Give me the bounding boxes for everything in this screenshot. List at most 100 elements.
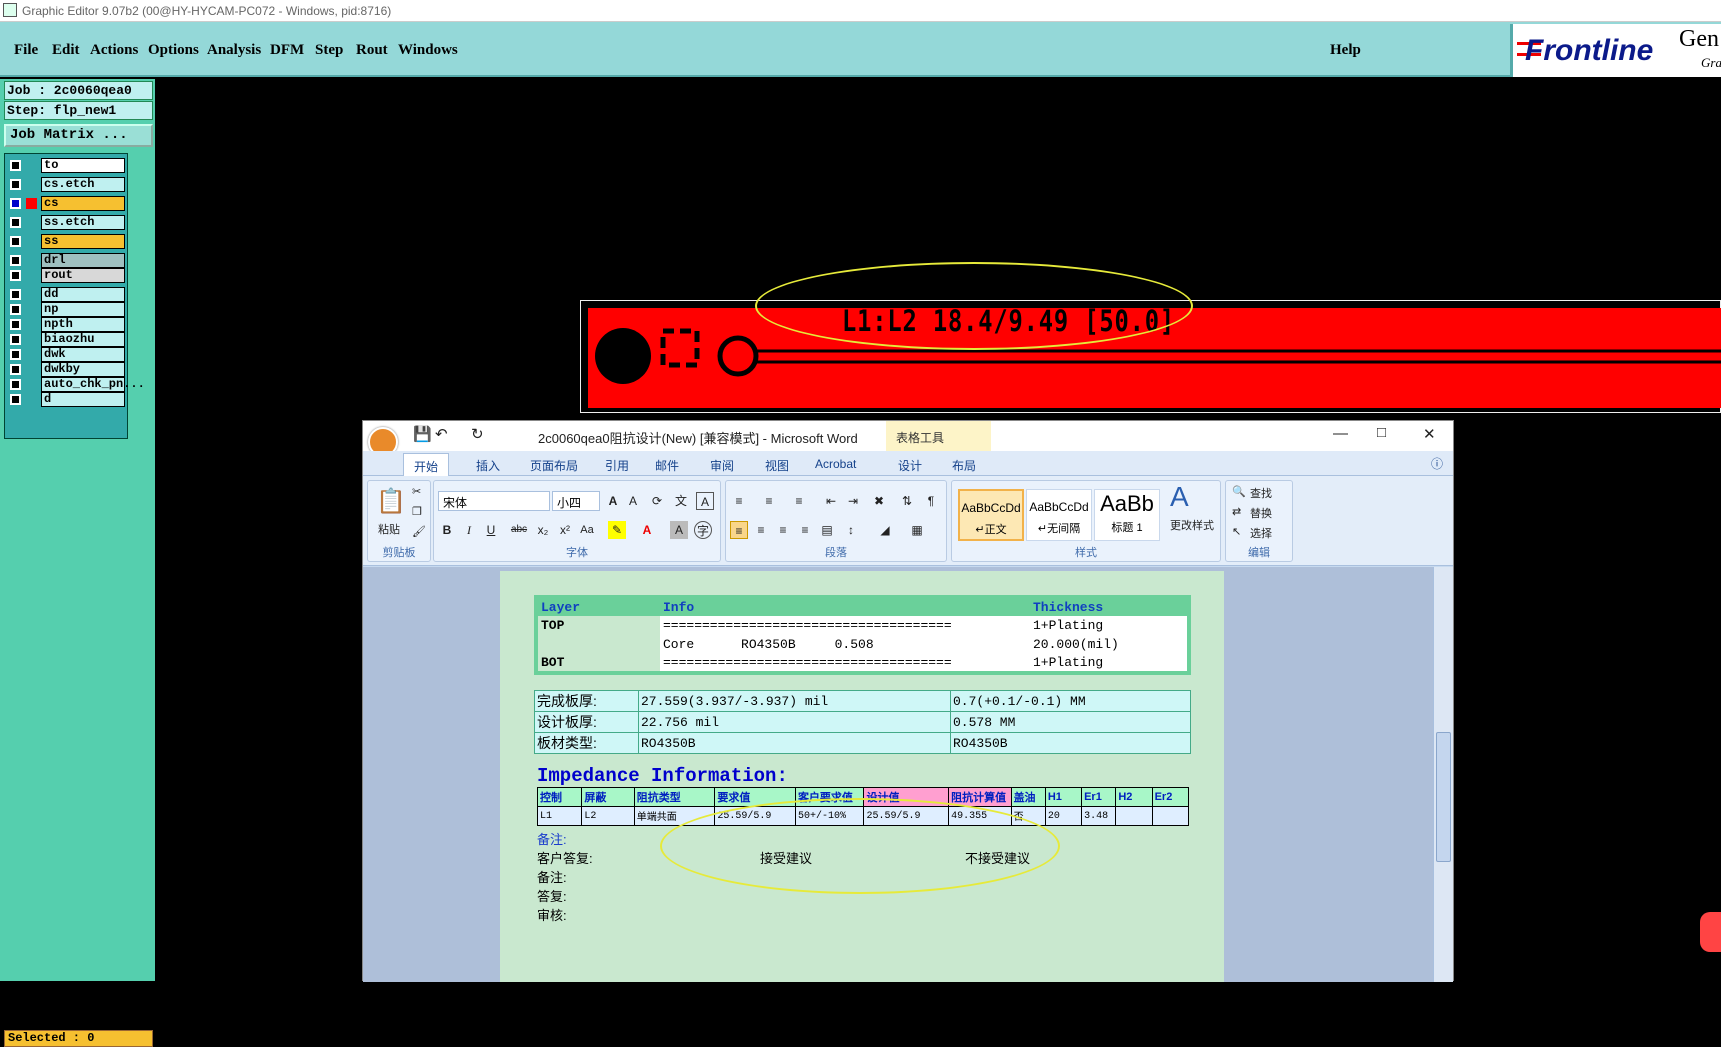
minimize-icon[interactable]: — (1333, 425, 1348, 442)
undo-icon[interactable]: ↶ (435, 425, 448, 443)
char-border-icon[interactable]: A (696, 492, 714, 510)
paste-icon[interactable]: 📋 (376, 487, 406, 516)
layer-row[interactable]: cs (7, 196, 127, 212)
style-no-spacing[interactable]: AaBbCcDd ↵无间隔 (1026, 489, 1092, 541)
find-icon[interactable]: 🔍 (1232, 485, 1246, 498)
italic-icon[interactable]: I (460, 521, 478, 539)
layer-row[interactable]: ss (7, 234, 127, 250)
layer-row[interactable]: dwk (7, 347, 127, 363)
layer-checkbox[interactable] (10, 236, 21, 247)
layer-row[interactable]: np (7, 302, 127, 318)
layer-checkbox[interactable] (10, 217, 21, 228)
style-heading-1[interactable]: AaBb 标题 1 (1094, 489, 1160, 541)
layer-row[interactable]: rout (7, 268, 127, 284)
menu-windows[interactable]: Windows (398, 42, 458, 59)
help-icon[interactable]: ⓘ (1431, 455, 1443, 472)
select-icon[interactable]: ↖ (1232, 525, 1241, 538)
justify-icon[interactable]: ≡ (796, 521, 814, 539)
replace-button[interactable]: 替换 (1250, 505, 1272, 521)
document-page[interactable]: Layer Info Thickness TOP ===============… (500, 571, 1224, 982)
phonetic-icon[interactable]: 文 (672, 492, 690, 510)
layer-checkbox[interactable] (10, 394, 21, 405)
menu-file[interactable]: File (14, 42, 38, 59)
menu-rout[interactable]: Rout (356, 42, 388, 59)
layer-row[interactable]: drl (7, 253, 127, 269)
layer-name[interactable]: rout (41, 268, 125, 283)
format-painter-icon[interactable]: 🖌 (412, 525, 426, 538)
bullets-icon[interactable]: ≡ (730, 492, 748, 510)
layer-name[interactable]: np (41, 302, 125, 317)
bold-icon[interactable]: B (438, 521, 456, 539)
layer-row[interactable]: to (7, 158, 127, 174)
increase-indent-icon[interactable]: ⇥ (844, 492, 862, 510)
paste-button[interactable]: 粘贴 (378, 521, 400, 537)
copy-icon[interactable]: ❐ (412, 505, 422, 518)
tab-acrobat[interactable]: Acrobat (815, 457, 856, 471)
layer-row[interactable]: auto_chk_pn... (7, 377, 145, 393)
layer-row[interactable]: ss.etch (7, 215, 127, 231)
multilevel-list-icon[interactable]: ≡ (790, 492, 808, 510)
menu-options[interactable]: Options (148, 42, 199, 59)
layer-checkbox[interactable] (10, 289, 21, 300)
font-color-icon[interactable]: A (638, 521, 656, 539)
layer-name[interactable]: ss.etch (41, 215, 125, 230)
tab-page-layout[interactable]: 页面布局 (530, 457, 578, 474)
find-button[interactable]: 查找 (1250, 485, 1272, 501)
layer-row[interactable]: npth (7, 317, 127, 333)
underline-icon[interactable]: U (482, 521, 500, 539)
layer-row[interactable]: dwkby (7, 362, 127, 378)
job-matrix-button[interactable]: Job Matrix ... (4, 124, 153, 147)
grow-font-icon[interactable]: A (604, 492, 622, 510)
menu-analysis[interactable]: Analysis (207, 42, 261, 59)
tab-layout[interactable]: 布局 (952, 457, 976, 474)
layer-checkbox[interactable] (10, 334, 21, 345)
menu-actions[interactable]: Actions (90, 42, 138, 59)
tab-home[interactable]: 开始 (403, 453, 450, 476)
change-case-icon[interactable]: Aa (578, 521, 596, 539)
layer-name[interactable]: dwk (41, 347, 125, 362)
layer-name[interactable]: cs.etch (41, 177, 125, 192)
superscript-icon[interactable]: x² (556, 521, 574, 539)
tab-insert[interactable]: 插入 (476, 457, 500, 474)
font-name-select[interactable]: 宋体 (438, 491, 550, 511)
menu-help[interactable]: Help (1330, 42, 1361, 59)
layer-row[interactable]: d (7, 392, 127, 408)
layer-name[interactable]: cs (41, 196, 125, 211)
enclose-char-icon[interactable]: 字 (694, 521, 712, 539)
menu-dfm[interactable]: DFM (270, 42, 304, 59)
sort-icon[interactable]: ⇅ (898, 492, 916, 510)
layer-checkbox[interactable] (10, 179, 21, 190)
redo-icon[interactable]: ↻ (471, 425, 484, 443)
tab-view[interactable]: 视图 (765, 457, 789, 474)
layer-name[interactable]: drl (41, 253, 125, 268)
strikethrough-icon[interactable]: abc (510, 521, 528, 539)
layer-checkbox[interactable] (10, 364, 21, 375)
layer-name[interactable]: to (41, 158, 125, 173)
borders-icon[interactable]: ▦ (908, 521, 926, 539)
save-icon[interactable]: 💾 (413, 425, 432, 443)
layer-row[interactable]: biaozhu (7, 332, 127, 348)
layer-row[interactable]: dd (7, 287, 127, 303)
align-center-icon[interactable]: ≡ (752, 521, 770, 539)
change-styles-icon[interactable]: A (1170, 481, 1189, 513)
select-button[interactable]: 选择 (1250, 525, 1272, 541)
clear-format-icon[interactable]: ⟳ (648, 492, 666, 510)
highlight-icon[interactable]: ✎ (608, 521, 626, 539)
line-spacing-icon[interactable]: ↕ (842, 521, 860, 539)
layer-checkbox[interactable] (10, 349, 21, 360)
distributed-icon[interactable]: ▤ (818, 521, 836, 539)
layer-name[interactable]: dwkby (41, 362, 125, 377)
menu-step[interactable]: Step (315, 42, 343, 59)
word-window[interactable]: 💾 ↶ ↻ 2c0060qea0阻抗设计(New) [兼容模式] - Micro… (362, 420, 1454, 982)
shading-icon[interactable]: ◢ (876, 521, 894, 539)
asian-layout-icon[interactable]: ✖ (870, 492, 888, 510)
subscript-icon[interactable]: x₂ (534, 521, 552, 539)
show-marks-icon[interactable]: ¶ (922, 492, 940, 510)
decrease-indent-icon[interactable]: ⇤ (822, 492, 840, 510)
layer-name[interactable]: dd (41, 287, 125, 302)
scrollbar-thumb[interactable] (1436, 732, 1451, 862)
style-normal[interactable]: AaBbCcDd ↵正文 (958, 489, 1024, 541)
ime-indicator-icon[interactable] (1700, 912, 1721, 952)
vertical-scrollbar[interactable] (1433, 567, 1453, 982)
menu-edit[interactable]: Edit (52, 42, 80, 59)
